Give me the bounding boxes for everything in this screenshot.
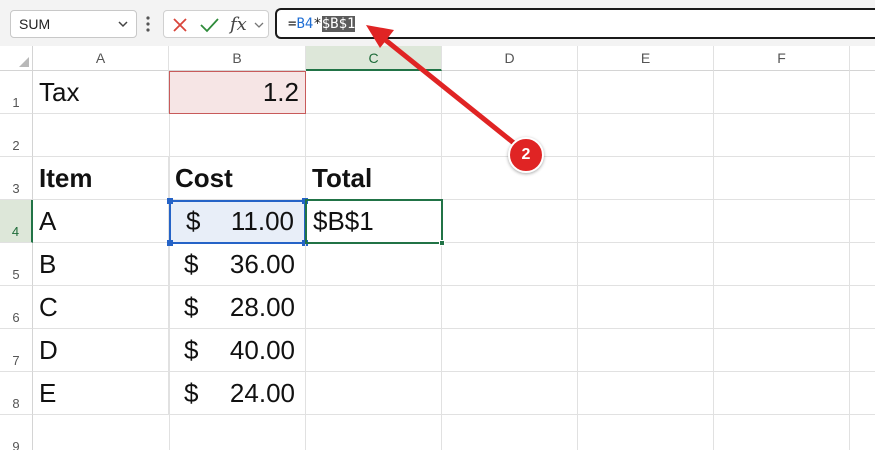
row-header-7-label: 7: [12, 353, 20, 368]
formula-bar: SUM fx =B4*$B$1: [0, 0, 875, 46]
cell-b1-value: 1.2: [262, 77, 299, 107]
cell-b4[interactable]: $ 11.00: [167, 198, 308, 246]
column-header-b[interactable]: B: [169, 46, 306, 71]
cell-c3[interactable]: Total: [306, 157, 442, 200]
row-header-5[interactable]: 5: [0, 243, 33, 286]
cell-a3-value: Item: [39, 163, 93, 193]
cell-c3-value: Total: [312, 163, 373, 193]
cost-amount: 24.00: [229, 378, 295, 408]
column-header-e[interactable]: E: [578, 46, 714, 71]
cell-a4-value: A: [39, 206, 57, 236]
cell-a6-value: C: [39, 292, 58, 322]
column-header-d[interactable]: D: [442, 46, 578, 71]
select-all-triangle-icon: [19, 57, 29, 67]
row-header-3[interactable]: 3: [0, 157, 33, 200]
row-header-4[interactable]: 4: [0, 200, 33, 243]
cell-a8[interactable]: E: [33, 372, 169, 415]
column-header-g[interactable]: [850, 46, 875, 71]
row-header-2-label: 2: [12, 138, 20, 153]
name-box-value: SUM: [19, 16, 51, 32]
cell-a1-value: Tax: [39, 77, 80, 107]
cell-b1[interactable]: 1.2: [169, 71, 306, 114]
row-header-1-label: 1: [12, 95, 20, 110]
row-header-2[interactable]: 2: [0, 114, 33, 157]
cell-a4[interactable]: A: [33, 200, 169, 243]
cell-a5[interactable]: B: [33, 243, 169, 286]
insert-function-button[interactable]: fx: [230, 12, 254, 38]
cost-amount: 28.00: [229, 292, 295, 322]
row-header-6-label: 6: [12, 310, 20, 325]
gridline: [849, 71, 850, 450]
cell-a3[interactable]: Item: [33, 157, 169, 200]
column-header-c[interactable]: C: [306, 46, 442, 71]
column-header-a[interactable]: A: [33, 46, 169, 71]
cell-a7-value: D: [39, 335, 58, 365]
cell-c4-value: $B$1: [313, 206, 374, 236]
cell-b8[interactable]: $ 24.00: [169, 372, 306, 415]
fill-handle[interactable]: [439, 240, 445, 246]
row-header-5-label: 5: [12, 267, 20, 282]
step-badge: 2: [508, 137, 544, 173]
select-all-button[interactable]: [0, 46, 33, 71]
cell-b3-value: Cost: [175, 163, 233, 193]
chevron-down-icon[interactable]: [116, 17, 130, 31]
cell-c4-active[interactable]: $B$1: [305, 199, 445, 246]
cost-amount: 36.00: [229, 249, 295, 279]
cost-amount: 40.00: [229, 335, 295, 365]
currency-symbol: $: [184, 292, 199, 322]
currency-symbol: $: [186, 206, 201, 236]
reference-handle[interactable]: [167, 198, 173, 204]
cell-b5[interactable]: $ 36.00: [169, 243, 306, 286]
row-header-1[interactable]: 1: [0, 71, 33, 114]
cancel-icon[interactable]: [170, 15, 190, 35]
row-header-6[interactable]: 6: [0, 286, 33, 329]
gridline: [713, 71, 714, 450]
cell-b6[interactable]: $ 28.00: [169, 286, 306, 329]
formula-buttons: fx: [163, 10, 269, 38]
currency-symbol: $: [184, 378, 199, 408]
cell-a8-value: E: [39, 378, 57, 408]
column-header-f[interactable]: F: [714, 46, 850, 71]
cell-a6[interactable]: C: [33, 286, 169, 329]
row-header-9-label: 9: [12, 439, 20, 450]
cell-b7[interactable]: $ 40.00: [169, 329, 306, 372]
cost-amount: 11.00: [230, 206, 294, 236]
enter-check-icon[interactable]: [198, 15, 220, 35]
name-box[interactable]: SUM: [10, 10, 137, 38]
row-header-4-label: 4: [11, 224, 20, 239]
spreadsheet-grid: A B C D E F 1 2 3 4 5 6 7 8 9 Tax 1.2 It…: [0, 46, 875, 450]
formula-input[interactable]: =B4*$B$1: [275, 8, 875, 39]
formula-selected-text: $B$1: [321, 16, 356, 32]
currency-symbol: $: [184, 335, 199, 365]
formula-text: =B4*$B$1: [288, 16, 356, 32]
row-header-7[interactable]: 7: [0, 329, 33, 372]
row-header-8-label: 8: [12, 396, 20, 411]
formula-operator: *: [313, 16, 322, 32]
row-header-3-label: 3: [12, 181, 20, 196]
row-header-9[interactable]: 9: [0, 415, 33, 450]
cell-a5-value: B: [39, 249, 57, 279]
gridline: [577, 71, 578, 450]
cell-a1[interactable]: Tax: [33, 71, 169, 114]
chevron-down-icon[interactable]: [253, 19, 265, 31]
formula-reference: B4: [296, 16, 314, 32]
cell-a7[interactable]: D: [33, 329, 169, 372]
row-header-8[interactable]: 8: [0, 372, 33, 415]
more-options-icon[interactable]: [143, 12, 153, 36]
gridline: [441, 71, 442, 450]
cell-b3[interactable]: Cost: [169, 157, 306, 200]
currency-symbol: $: [184, 249, 199, 279]
